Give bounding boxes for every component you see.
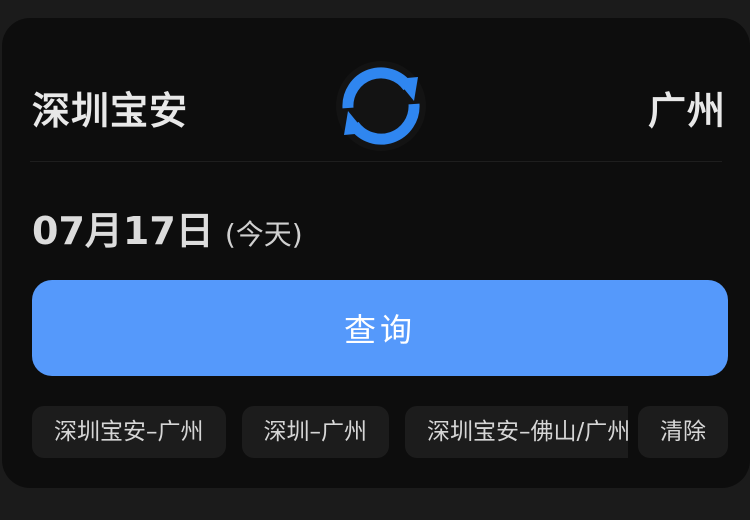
- swap-arrows-icon[interactable]: [336, 61, 426, 151]
- date-today-label: (今天): [224, 218, 303, 251]
- date-selector[interactable]: 07月17日 (今天): [32, 200, 303, 255]
- clear-history-button[interactable]: 清除: [638, 406, 728, 458]
- search-history-list: 深圳宝安–广州 深圳–广州 深圳宝安–佛山/广州: [32, 406, 628, 458]
- date-value: 07月17日: [32, 209, 214, 253]
- history-chip[interactable]: 深圳宝安–广州: [32, 406, 226, 458]
- to-station[interactable]: 广州: [648, 80, 726, 135]
- search-card: 深圳宝安 广州 07月17日 (今天) 查询 深圳宝安–广州 深圳–广州 深圳宝安–…: [2, 18, 750, 488]
- from-station[interactable]: 深圳宝安: [32, 80, 188, 135]
- history-chip[interactable]: 深圳宝安–佛山/广州: [405, 406, 628, 458]
- history-chip[interactable]: 深圳–广州: [241, 406, 389, 458]
- divider: [30, 161, 722, 162]
- query-button[interactable]: 查询: [32, 280, 728, 376]
